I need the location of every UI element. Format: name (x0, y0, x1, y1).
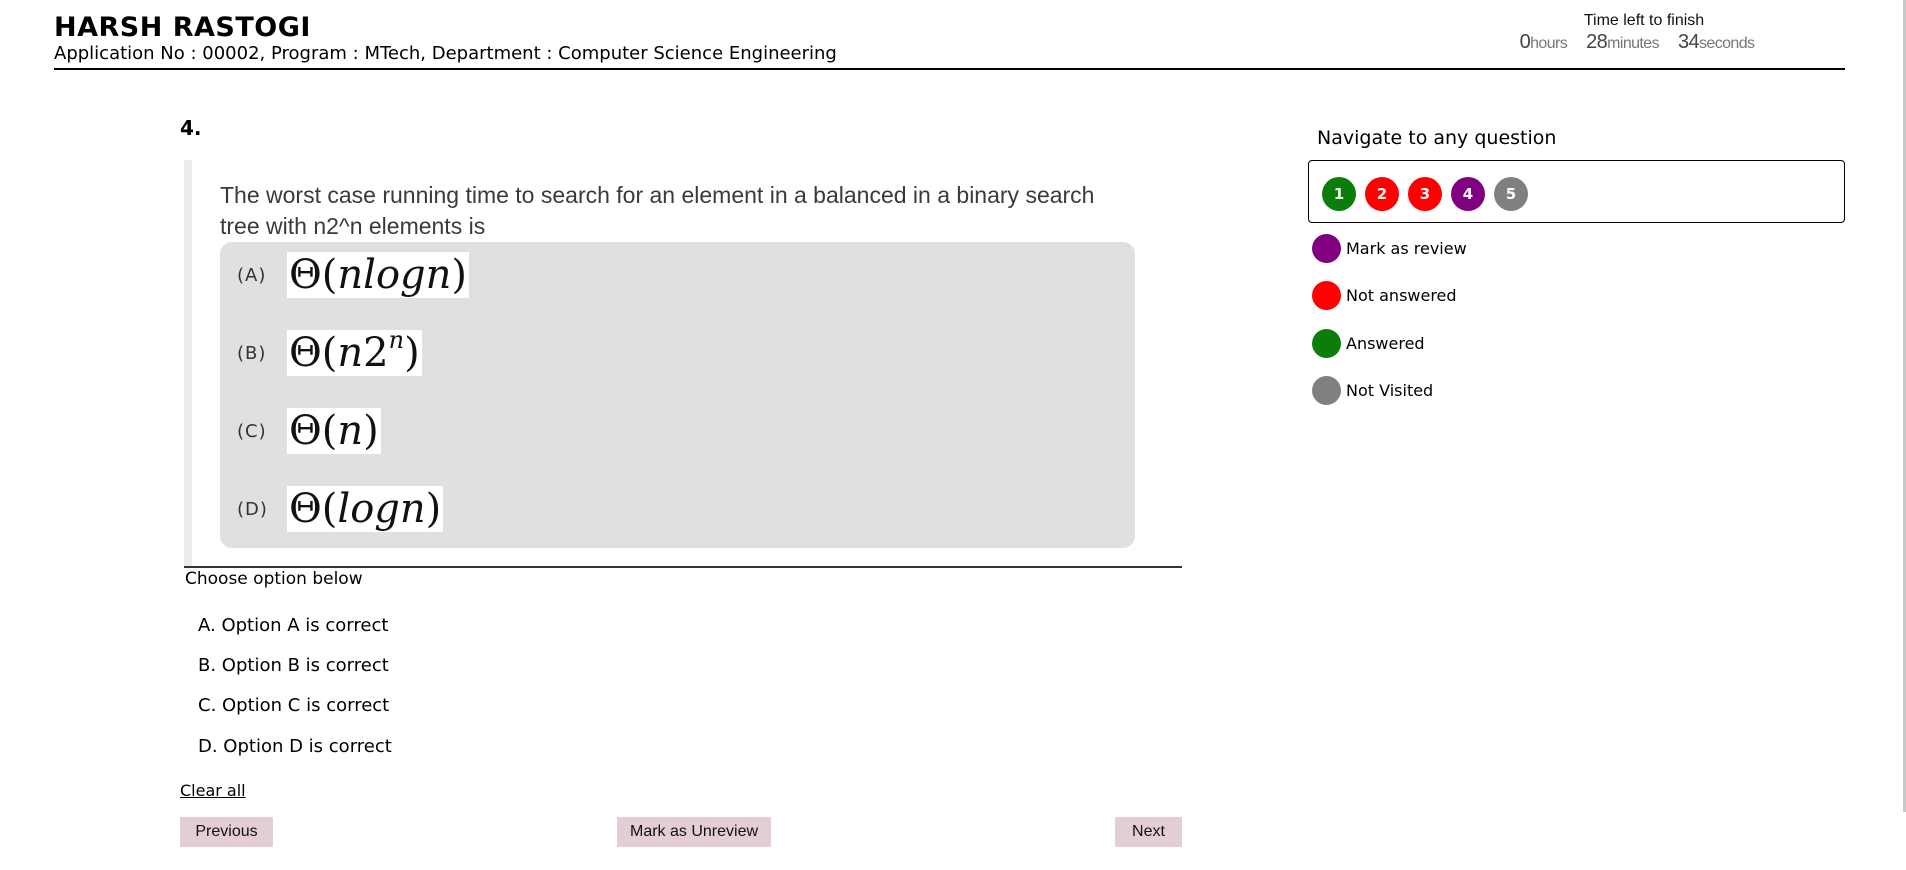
timer-values: 0hours 28minutes 34seconds (1454, 31, 1834, 54)
option-formula: Θ(n) (287, 408, 381, 454)
question-number: 4. (180, 116, 202, 140)
countdown-timer: Time left to finish 0hours 28minutes 34s… (1454, 12, 1834, 54)
candidate-header: HARSH RASTOGI Application No : 00002, Pr… (54, 12, 1845, 70)
legend-label: Mark as review (1346, 238, 1467, 258)
option-c: (C) Θ(n) (237, 408, 381, 454)
option-letter: (D) (237, 498, 268, 520)
question-text: The worst case running time to search fo… (220, 182, 1095, 239)
option-letter: (C) (237, 420, 267, 442)
legend-label: Not answered (1346, 285, 1457, 305)
question-card: The worst case running time to search fo… (184, 160, 1182, 566)
legend-not-visited: Not Visited (1312, 375, 1433, 405)
legend-label: Not Visited (1346, 380, 1434, 400)
legend-answered: Answered (1312, 328, 1425, 358)
nav-question-4[interactable]: 4 (1451, 177, 1485, 211)
legend-dot (1312, 328, 1341, 358)
option-a: (A) Θ(nlogn) (237, 252, 470, 298)
timer-minutes: 28 (1586, 31, 1608, 53)
answer-choice-b[interactable]: B. Option B is correct (198, 655, 389, 676)
timer-seconds: 34 (1677, 31, 1700, 53)
navigator-title: Navigate to any question (1317, 127, 1557, 149)
legend-dot (1312, 233, 1341, 263)
option-formula: Θ(nlogn) (287, 252, 470, 298)
legend-mark-as-review: Mark as review (1312, 233, 1467, 263)
option-b: (B) Θ(n2n) (237, 326, 422, 376)
legend-label: Answered (1346, 333, 1425, 353)
question-divider (184, 566, 1182, 568)
mark-unreview-button[interactable]: Mark as Unreview (617, 817, 771, 847)
legend-not-answered: Not answered (1312, 280, 1457, 310)
timer-hours: 0 (1519, 31, 1531, 53)
clear-all-link[interactable]: Clear all (180, 781, 246, 800)
previous-button[interactable]: Previous (180, 817, 273, 847)
timer-hours-unit: hours (1530, 35, 1568, 52)
nav-question-3[interactable]: 3 (1408, 177, 1442, 211)
option-letter: (A) (237, 264, 267, 286)
option-formula: Θ(n2n) (287, 326, 422, 376)
timer-minutes-unit: minutes (1607, 35, 1659, 52)
question-navigator: 1 2 3 4 5 (1308, 160, 1845, 223)
legend-dot (1312, 375, 1341, 405)
application-info: Application No : 00002, Program : MTech,… (54, 43, 837, 64)
option-letter: (B) (237, 342, 267, 364)
timer-title: Time left to finish (1583, 12, 1705, 29)
timer-seconds-unit: seconds (1699, 35, 1755, 52)
answer-choice-a[interactable]: A. Option A is correct (198, 615, 388, 636)
options-panel: (A) Θ(nlogn) (B) Θ(n2n) (C) Θ(n) (D) Θ(l… (220, 242, 1135, 548)
option-formula: Θ(logn) (287, 486, 444, 532)
answer-choice-d[interactable]: D. Option D is correct (198, 736, 392, 757)
next-button[interactable]: Next (1115, 817, 1182, 847)
answer-choice-c[interactable]: C. Option C is correct (198, 695, 389, 716)
legend-dot (1312, 280, 1341, 310)
choose-option-label: Choose option below (185, 569, 363, 589)
nav-question-2[interactable]: 2 (1365, 177, 1399, 211)
candidate-name: HARSH RASTOGI (54, 12, 311, 43)
nav-question-5[interactable]: 5 (1494, 177, 1528, 211)
nav-question-1[interactable]: 1 (1322, 177, 1356, 211)
option-d: (D) Θ(logn) (237, 486, 444, 532)
